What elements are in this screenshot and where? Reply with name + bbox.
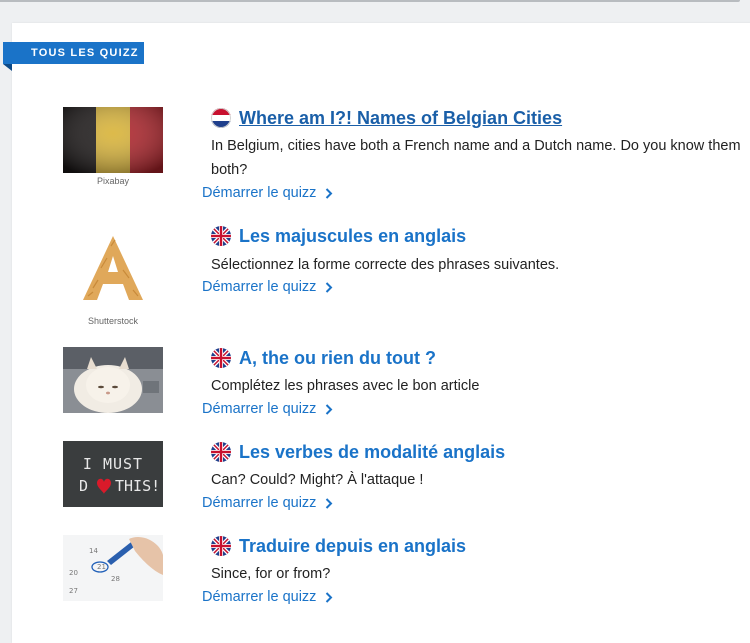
start-quiz-label: Démarrer le quizz: [202, 589, 317, 605]
quiz-description: Can? Could? Might? À l'attaque !: [211, 472, 424, 488]
calendar-date-27: 27: [69, 587, 78, 595]
quiz-title-link[interactable]: Traduire depuis en anglais: [239, 536, 466, 557]
quiz-title-row: Les verbes de modalité anglais: [211, 439, 505, 465]
chalk-text-d: D: [79, 477, 88, 495]
calendar-date-20: 20: [69, 569, 78, 577]
uk-flag-icon: [211, 442, 231, 462]
start-quiz-link[interactable]: Démarrer le quizz: [202, 401, 333, 417]
calendar-date-14: 14: [89, 547, 98, 555]
uk-flag-icon: [211, 536, 231, 556]
start-quiz-label: Démarrer le quizz: [202, 401, 317, 417]
chevron-right-icon: [326, 497, 333, 509]
quiz-title-link[interactable]: Les verbes de modalité anglais: [239, 442, 505, 463]
quiz-title-link[interactable]: A, the ou rien du tout ?: [239, 348, 436, 369]
chevron-right-icon: [326, 591, 333, 603]
quiz-title-row: Where am I?! Names of Belgian Cities: [211, 105, 562, 131]
quiz-title-row: A, the ou rien du tout ?: [211, 345, 436, 371]
uk-flag-icon: [211, 348, 231, 368]
belgian-flag-image[interactable]: [63, 107, 163, 173]
section-ribbon: TOUS LES QUIZZ: [3, 42, 144, 64]
chevron-right-icon: [326, 187, 333, 199]
start-quiz-link[interactable]: Démarrer le quizz: [202, 589, 333, 605]
start-quiz-link[interactable]: Démarrer le quizz: [202, 279, 333, 295]
image-credit: Shutterstock: [87, 316, 139, 326]
top-divider: [0, 0, 740, 2]
quiz-description: Complétez les phrases avec le bon articl…: [211, 378, 480, 394]
quiz-title-row: Traduire depuis en anglais: [211, 533, 466, 559]
chevron-right-icon: [326, 403, 333, 415]
start-quiz-link[interactable]: Démarrer le quizz: [202, 495, 333, 511]
ribbon-fold: [3, 64, 12, 71]
quiz-description: Sélectionnez la forme correcte des phras…: [211, 257, 560, 273]
netherlands-flag-icon: [211, 108, 231, 128]
start-quiz-label: Démarrer le quizz: [202, 279, 317, 295]
quiz-description: In Belgium, cities have both a French na…: [211, 138, 741, 178]
chalk-text-line-1: I MUST: [83, 455, 143, 473]
uk-flag-icon: [211, 226, 231, 246]
start-quiz-label: Démarrer le quizz: [202, 185, 317, 201]
start-quiz-label: Démarrer le quizz: [202, 495, 317, 511]
calendar-date-21: 21: [97, 563, 106, 571]
quiz-title-link[interactable]: Les majuscules en anglais: [239, 226, 466, 247]
persian-cat-image[interactable]: [63, 347, 163, 413]
calendar-pen-image[interactable]: 14 21 28 20 27: [63, 535, 163, 601]
pasta-letter-a-image[interactable]: [63, 228, 163, 308]
top-bar: [0, 0, 750, 4]
start-quiz-link[interactable]: Démarrer le quizz: [202, 185, 333, 201]
quiz-title-link[interactable]: Where am I?! Names of Belgian Cities: [239, 108, 562, 129]
chevron-right-icon: [326, 281, 333, 293]
calendar-date-28: 28: [111, 575, 120, 583]
quiz-title-row: Les majuscules en anglais: [211, 223, 466, 249]
image-credit: Pixabay: [96, 176, 130, 186]
quiz-description: Since, for or from?: [211, 566, 331, 582]
chalkboard-i-must-do-this-image[interactable]: I MUST D THIS!: [63, 441, 163, 507]
chalk-text-this: THIS!: [115, 477, 160, 495]
